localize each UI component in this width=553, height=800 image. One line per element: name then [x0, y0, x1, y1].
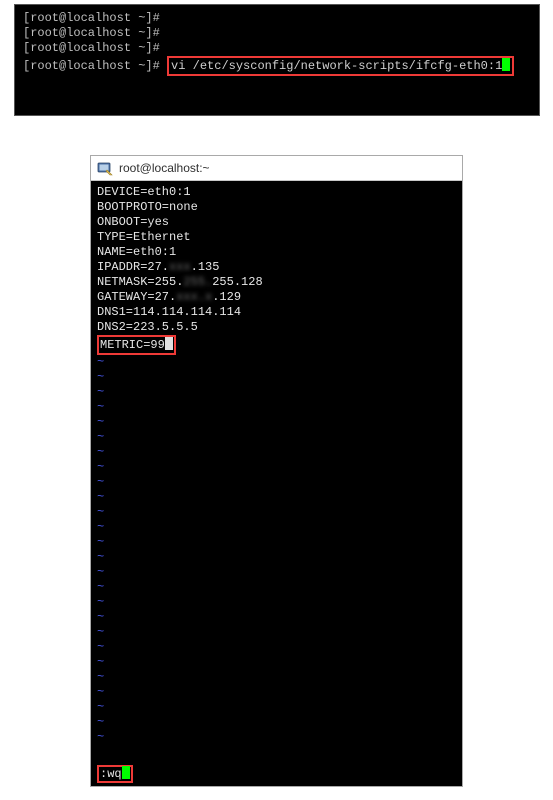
vi-tilde-line: ~ [97, 430, 456, 445]
vi-tilde-line: ~ [97, 505, 456, 520]
vi-tilde-line: ~ [97, 700, 456, 715]
vi-tilde-line: ~ [97, 565, 456, 580]
prompt-text: [root@localhost ~]# [23, 59, 160, 73]
cursor-icon [122, 766, 130, 779]
vi-tilde-line: ~ [97, 400, 456, 415]
prompt-text: [root@localhost ~]# [23, 11, 160, 25]
config-line-bootproto: BOOTPROTO=none [97, 200, 456, 215]
vi-tilde-line: ~ [97, 475, 456, 490]
ipaddr-prefix: IPADDR=27. [97, 260, 169, 274]
config-line-dns1: DNS1=114.114.114.114 [97, 305, 456, 320]
metric-highlight: METRIC=99 [97, 335, 176, 355]
vi-tilde-line: ~ [97, 730, 456, 745]
config-line-device: DEVICE=eth0:1 [97, 185, 456, 200]
config-line-metric: METRIC=99 [97, 335, 456, 355]
vi-tilde-line: ~ [97, 625, 456, 640]
vi-tilde-line: ~ [97, 490, 456, 505]
window-title: root@localhost:~ [119, 161, 210, 175]
prompt-line-1: [root@localhost ~]# [23, 11, 531, 26]
vi-tilde-line: ~ [97, 580, 456, 595]
wq-text: :wq [100, 767, 122, 781]
gateway-suffix: .129 [212, 290, 241, 304]
vi-editor-body[interactable]: DEVICE=eth0:1 BOOTPROTO=none ONBOOT=yes … [91, 181, 462, 786]
vi-tilde-line: ~ [97, 460, 456, 475]
vi-tilde-line: ~ [97, 685, 456, 700]
vi-tilde-line: ~ [97, 655, 456, 670]
gateway-prefix: GATEWAY=27. [97, 290, 176, 304]
vi-tilde-line: ~ [97, 595, 456, 610]
vi-tilde-line: ~ [97, 520, 456, 535]
vi-command-highlight: vi /etc/sysconfig/network-scripts/ifcfg-… [167, 56, 514, 76]
config-line-gateway: GATEWAY=27.xxx.x.129 [97, 290, 456, 305]
netmask-prefix: NETMASK=255. [97, 275, 183, 289]
redacted-text: xxx [169, 260, 191, 274]
vi-command-text: vi /etc/sysconfig/network-scripts/ifcfg-… [171, 59, 502, 73]
vi-tilde-line: ~ [97, 355, 456, 370]
redacted-text: xxx.x [176, 290, 212, 304]
metric-text: METRIC=99 [100, 338, 165, 352]
vi-tilde-line: ~ [97, 640, 456, 655]
prompt-line-3: [root@localhost ~]# [23, 41, 531, 56]
wq-highlight: :wq [97, 765, 133, 783]
vi-tilde-line: ~ [97, 445, 456, 460]
window-title-bar[interactable]: root@localhost:~ [91, 156, 462, 181]
vi-tilde-line: ~ [97, 610, 456, 625]
ipaddr-suffix: .135 [191, 260, 220, 274]
prompt-line-2: [root@localhost ~]# [23, 26, 531, 41]
putty-icon [97, 160, 113, 176]
prompt-line-4: [root@localhost ~]# vi /etc/sysconfig/ne… [23, 56, 531, 76]
vi-tilde-line: ~ [97, 670, 456, 685]
cursor-icon [165, 337, 173, 350]
vi-tilde-line: ~ [97, 550, 456, 565]
vi-tilde-line: ~ [97, 370, 456, 385]
prompt-text: [root@localhost ~]# [23, 26, 160, 40]
config-line-type: TYPE=Ethernet [97, 230, 456, 245]
top-terminal[interactable]: [root@localhost ~]# [root@localhost ~]# … [14, 4, 540, 116]
vi-tilde-line: ~ [97, 415, 456, 430]
vi-tilde-line: ~ [97, 715, 456, 730]
redacted-text: 255. [183, 275, 212, 289]
vi-tilde-line: ~ [97, 385, 456, 400]
prompt-text: [root@localhost ~]# [23, 41, 160, 55]
vi-editor-window: root@localhost:~ DEVICE=eth0:1 BOOTPROTO… [90, 155, 463, 787]
vi-command-bar[interactable]: :wq [97, 766, 133, 782]
config-line-ipaddr: IPADDR=27.xxx.135 [97, 260, 456, 275]
config-line-name: NAME=eth0:1 [97, 245, 456, 260]
cursor-icon [502, 58, 510, 71]
vi-tilde-line: ~ [97, 535, 456, 550]
config-line-onboot: ONBOOT=yes [97, 215, 456, 230]
config-line-netmask: NETMASK=255.255.255.128 [97, 275, 456, 290]
netmask-suffix: 255.128 [212, 275, 262, 289]
config-line-dns2: DNS2=223.5.5.5 [97, 320, 456, 335]
